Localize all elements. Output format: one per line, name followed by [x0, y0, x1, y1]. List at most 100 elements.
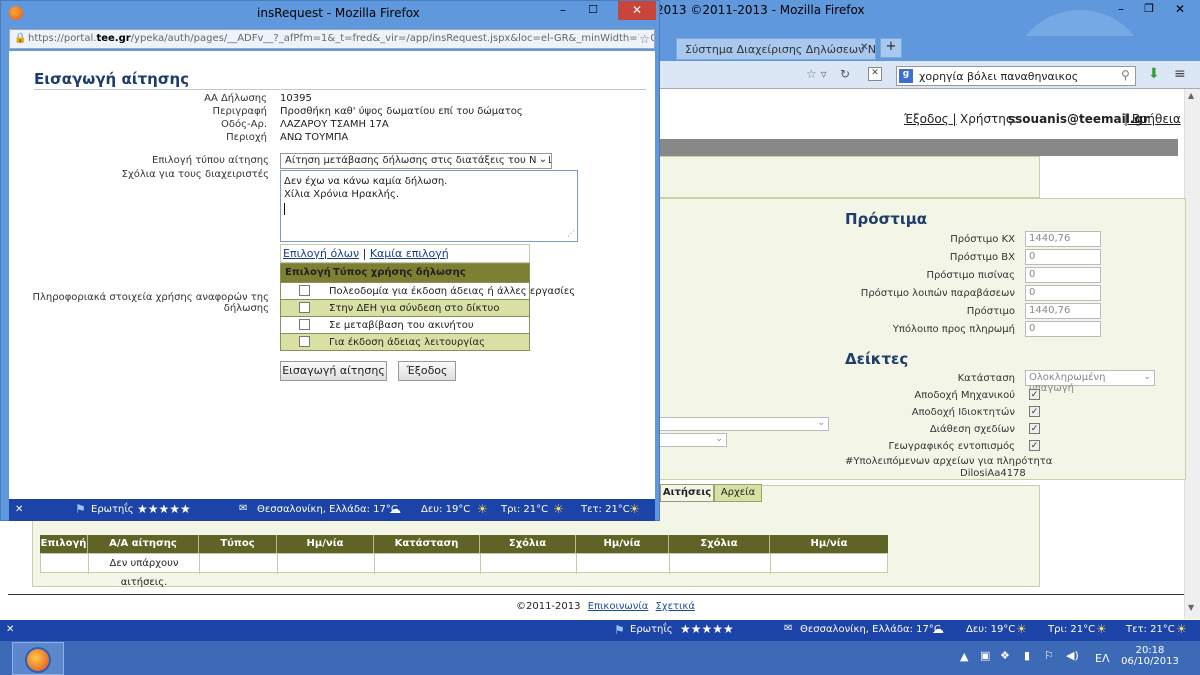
taskbar-firefox-button[interactable]: [12, 642, 64, 675]
request-type-label: Επιλογή τύπου αίτησης: [152, 155, 269, 166]
bookmark-star-icon[interactable]: ☆ ▿: [806, 67, 827, 81]
popup-close-button[interactable]: ✕: [618, 1, 656, 20]
fine-value: 0: [1025, 267, 1101, 283]
fine-row: Υπόλοιπο προς πληρωμή 0: [825, 321, 1115, 339]
tab-system[interactable]: Σύστημα Διαχείρισης Δηλώσεων Ν401...: [676, 38, 876, 60]
search-go-icon[interactable]: ⚲: [1121, 68, 1130, 82]
popup-url-bar[interactable]: 🔒 https://portal.tee.gr/ypeka/auth/pages…: [9, 29, 655, 49]
empty-message: Δεν υπάρχουν αιτήσεις.: [89, 554, 200, 588]
field-label: Περιγραφή: [212, 106, 267, 117]
tray-dropbox-icon[interactable]: ❖: [1000, 649, 1010, 662]
popup-minimize-button[interactable]: –: [551, 3, 575, 21]
column-header: Σχόλια μηχανικού: [480, 535, 576, 567]
usage-checkbox[interactable]: [299, 319, 310, 330]
tab-requests[interactable]: Αιτήσεις: [660, 484, 714, 502]
column-header: Επιλογή: [40, 535, 88, 553]
scroll-up-icon[interactable]: ▲: [1188, 91, 1194, 100]
indicator-label: Αποδοχή Ιδιοκτητών: [911, 407, 1015, 418]
table-row: Σε μεταβίβαση του ακινήτου: [281, 316, 529, 333]
firefox-icon: [9, 6, 23, 20]
minimize-button[interactable]: –: [1110, 2, 1132, 18]
left-select-2[interactable]: ⌄: [657, 433, 727, 447]
close-tab-icon[interactable]: ✕: [860, 42, 868, 53]
chevron-down-icon: ⌄: [1143, 372, 1151, 382]
weather-city: Θεσσαλονίκη, Ελλάδα: 17°C: [257, 504, 398, 515]
scrollbar-track[interactable]: ▲ ▼: [1184, 89, 1200, 619]
weather-site-icon: ⚑: [614, 623, 625, 637]
fines-heading: Πρόστιμα: [845, 210, 928, 228]
scroll-down-icon[interactable]: ▼: [1188, 603, 1194, 612]
status-select[interactable]: Ολοκληρωμένη υπαγωγή ⌄: [1025, 370, 1155, 394]
table-cell: [481, 554, 577, 574]
column-header: Ημ/νία διεκπεραίωσης: [787, 538, 871, 567]
bookmark-star-icon[interactable]: ☆: [639, 32, 650, 46]
show-hidden-icons[interactable]: ▲: [960, 650, 968, 663]
usage-checkbox[interactable]: [299, 285, 310, 296]
weather-site-label[interactable]: Ερωτηΐς: [630, 624, 673, 635]
indicator-checkbox: ✓: [1029, 423, 1040, 434]
left-select-1[interactable]: ⌄: [657, 417, 829, 431]
system-tray: ▲ ▣ ❖ ▮ ⚐ ◀): [960, 648, 1090, 668]
indicator-label: Διάθεση σχεδίων: [929, 424, 1015, 435]
rating-stars-icon: ★★★★★: [137, 502, 191, 516]
language-indicator[interactable]: ΕΛ: [1095, 652, 1109, 665]
exit-button[interactable]: Έξοδος: [398, 361, 456, 381]
addon-icon[interactable]: ✕: [868, 67, 882, 81]
field-label: Οδός-Αρ.: [221, 119, 267, 130]
popup-maximize-button[interactable]: ☐: [581, 3, 605, 21]
usage-type: Για έκδοση άδειας λειτουργίας: [329, 337, 485, 348]
toolbar-close-icon[interactable]: ✕: [15, 504, 23, 515]
table-cell: [375, 554, 481, 574]
sun-cloud-icon: ☀: [477, 502, 488, 516]
search-input[interactable]: g χορηγία βόλει παναθηναικος ⚲: [896, 66, 1136, 86]
indicator-checkbox: ✓: [1029, 389, 1040, 400]
help-link[interactable]: | Βοήθεια: [1124, 112, 1181, 126]
weather-site-label[interactable]: Ερωτηΐς: [91, 504, 134, 515]
weather-day-wed: Τετ: 21°C: [581, 504, 630, 515]
indicator-label: Γεωγραφικός εντοπισμός: [888, 441, 1015, 452]
reload-icon[interactable]: ↻: [840, 67, 850, 81]
footer-contact-link[interactable]: Επικοινωνία: [588, 601, 649, 612]
tray-network-icon[interactable]: ▮: [1024, 649, 1030, 662]
sun-cloud-icon: ☀: [1096, 622, 1107, 636]
field-value: Προσθήκη καθ' ύψος δωματίου επί του δώμα…: [280, 106, 523, 117]
toolbar-close-icon[interactable]: ✕: [6, 624, 14, 635]
weather-mail-icon[interactable]: ✉: [784, 623, 792, 634]
comments-line: Δεν έχω να κάνω καμία δήλωση.: [284, 176, 448, 187]
upper-panel: [656, 156, 1040, 198]
footer-divider: [8, 594, 1184, 595]
text-cursor: [284, 203, 285, 215]
menu-icon[interactable]: ≡: [1174, 66, 1186, 82]
submit-request-button[interactable]: Εισαγωγή αίτησης: [280, 361, 387, 381]
comments-label: Σχόλια για τους διαχειριστές: [121, 169, 269, 180]
weather-mail-icon[interactable]: ✉: [239, 503, 247, 514]
fine-label: Πρόστιμο ΚΧ: [950, 234, 1015, 245]
logout-link[interactable]: Έξοδος |: [904, 112, 957, 126]
url-path: /ypeka/auth/pages/__ADFv__?_afPfm=1&_t=f…: [130, 33, 655, 44]
popup-title: insRequest - Mozilla Firefox: [257, 6, 420, 20]
usage-checkbox[interactable]: [299, 336, 310, 347]
tab-files[interactable]: Αρχεία: [714, 484, 762, 502]
url-host: tee.gr: [96, 33, 131, 44]
resize-handle-icon[interactable]: ⋰: [567, 227, 575, 240]
tray-volume-icon[interactable]: ◀): [1066, 649, 1079, 662]
fine-label: Πρόστιμο: [966, 306, 1015, 317]
tray-app-icon[interactable]: ▣: [980, 649, 990, 662]
clock[interactable]: 20:18 06/10/2013: [1120, 645, 1180, 667]
close-button[interactable]: ✕: [1166, 2, 1194, 18]
sun-cloud-icon: ☀: [553, 502, 564, 516]
comments-textarea[interactable]: Δεν έχω να κάνω καμία δήλωση. Χίλια Χρόν…: [280, 170, 578, 242]
requests-table-header: Επιλογή Α/Α αίτησης Τύπος αίτησης Ημ/νία…: [40, 535, 888, 567]
weather-day-tue: Τρι: 21°C: [1048, 624, 1096, 635]
fine-value: 1440,76: [1025, 231, 1101, 247]
select-all-link[interactable]: Επιλογή όλων: [283, 247, 359, 260]
new-tab-button[interactable]: +: [880, 38, 902, 58]
table-row: Δεν υπάρχουν αιτήσεις.: [40, 553, 888, 588]
tray-flag-icon[interactable]: ⚐: [1044, 649, 1054, 662]
select-none-link[interactable]: Καμία επιλογή: [370, 247, 449, 260]
download-icon[interactable]: ⬇: [1148, 66, 1160, 82]
usage-checkbox[interactable]: [299, 302, 310, 313]
request-type-select[interactable]: Αίτηση μετάβασης δήλωσης στις διατάξεις …: [280, 153, 552, 169]
footer-about-link[interactable]: Σχετικά: [656, 601, 695, 612]
restore-button[interactable]: ❐: [1138, 2, 1160, 18]
